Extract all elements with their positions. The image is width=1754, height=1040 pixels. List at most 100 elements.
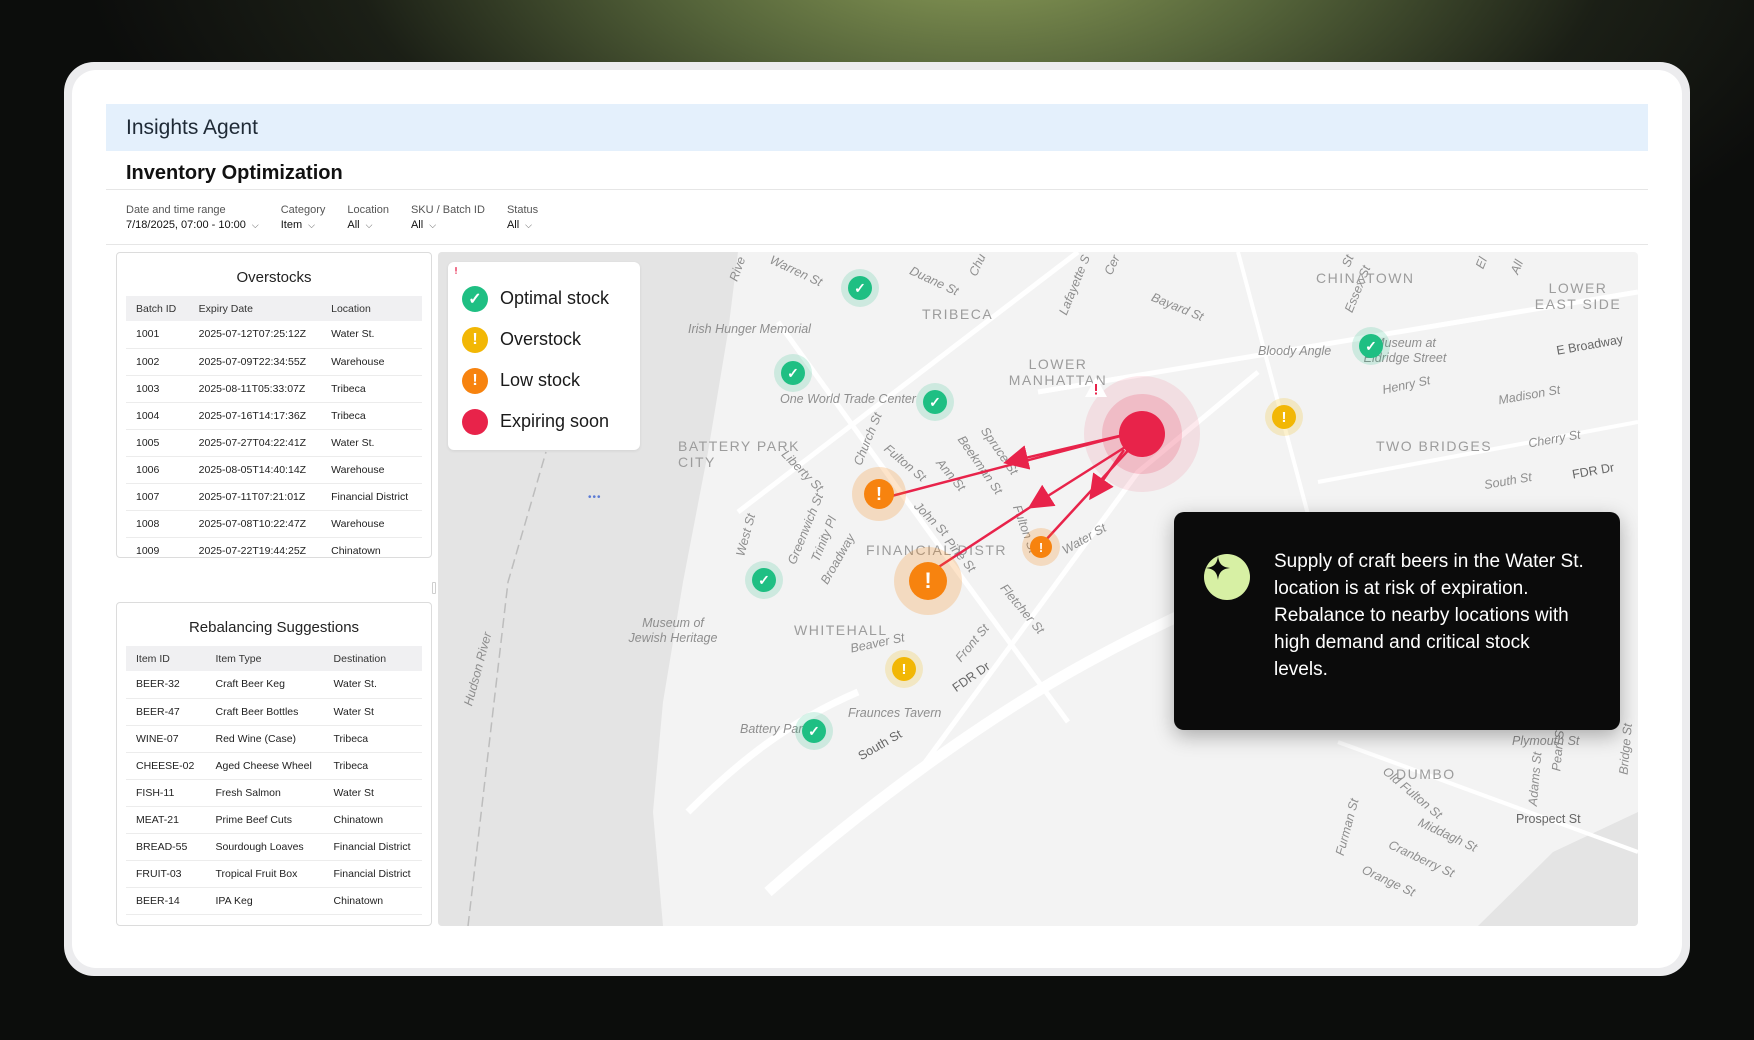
table-row[interactable]: BEER-32 Craft Beer Keg Water St. <box>126 671 422 699</box>
table-row[interactable]: 1005 2025-07-27T04:22:41Z Water St. <box>126 429 422 457</box>
table-cell: Aged Cheese Wheel <box>205 752 324 780</box>
table-row[interactable]: FISH-11 Fresh Salmon Water St <box>126 779 422 807</box>
table-cell: CHEESE-02 <box>126 752 206 780</box>
table-cell: Water St. <box>321 429 422 457</box>
area-label: CHINATOWN <box>1316 270 1415 286</box>
table-cell: BEER-32 <box>126 671 206 699</box>
table-cell: 1001 <box>126 321 189 349</box>
table-row[interactable]: 1006 2025-08-05T14:40:14Z Warehouse <box>126 456 422 484</box>
filter-sku-batch[interactable]: SKU / Batch ID All ⌵ <box>411 204 485 231</box>
sparkle-icon <box>1204 554 1250 600</box>
table-cell: Tropical Fruit Box <box>205 860 324 888</box>
filter-date-range[interactable]: Date and time range 7/18/2025, 07:00 - 1… <box>126 204 259 231</box>
street-label: Prospect St <box>1516 812 1581 826</box>
header-divider <box>106 189 1648 190</box>
legend-item-optimal: ✓ Optimal stock <box>462 278 626 319</box>
table-row[interactable]: 1004 2025-07-16T14:17:36Z Tribeca <box>126 402 422 430</box>
legend-label: Low stock <box>500 370 581 390</box>
table-row[interactable]: MEAT-21 Prime Beef Cuts Chinatown <box>126 806 422 834</box>
table-row[interactable]: 1008 2025-07-08T10:22:47Z Warehouse <box>126 510 422 538</box>
table-cell: Tribeca <box>321 402 422 430</box>
chevron-down-icon: ⌵ <box>308 219 315 230</box>
table-cell: 1003 <box>126 375 189 403</box>
check-icon: ✓ <box>802 719 826 743</box>
optimal-stock-marker[interactable]: ✓ <box>795 712 833 750</box>
app-title: Insights Agent <box>126 115 258 139</box>
table-cell: Tribeca <box>323 752 422 780</box>
exclamation-icon: ! <box>864 479 894 509</box>
column-header[interactable]: Item Type <box>205 646 324 671</box>
filter-category[interactable]: Category Item ⌵ <box>281 204 326 231</box>
chevron-down-icon: ⌵ <box>365 219 373 230</box>
filter-location[interactable]: Location All ⌵ <box>347 204 389 231</box>
table-row[interactable]: BEER-14 IPA Keg Chinatown <box>126 887 422 915</box>
warning-triangle-icon <box>449 262 488 435</box>
table-cell: Tribeca <box>321 375 422 403</box>
table-cell: Sourdough Loaves <box>205 833 324 861</box>
table-cell: IPA Keg <box>205 887 324 915</box>
table-cell: Chinatown <box>323 806 422 834</box>
table-row[interactable]: CHEESE-02 Aged Cheese Wheel Tribeca <box>126 752 422 780</box>
low-stock-marker[interactable]: ! <box>1022 528 1060 566</box>
table-row[interactable]: 1007 2025-07-11T07:21:01Z Financial Distri… <box>126 483 422 511</box>
insight-tooltip: Supply of craft beers in the Water St. l… <box>1174 512 1620 730</box>
legend-item-low-stock: ! Low stock <box>462 360 626 401</box>
column-header[interactable]: Item ID <box>126 646 206 671</box>
optimal-stock-marker[interactable]: ✓ <box>774 354 812 392</box>
overstock-marker[interactable]: ! <box>1265 398 1303 436</box>
filter-bar: Date and time range 7/18/2025, 07:00 - 1… <box>126 204 538 231</box>
optimal-stock-marker[interactable]: ✓ <box>841 269 879 307</box>
table-cell: 2025-07-09T22:34:55Z <box>188 348 322 376</box>
filter-label: SKU / Batch ID <box>410 204 485 216</box>
table-cell: WINE-07 <box>126 725 206 753</box>
filter-label: Category <box>280 204 326 216</box>
table-row[interactable]: BEER-47 Craft Beer Bottles Water St <box>126 698 422 726</box>
optimal-stock-marker[interactable]: ✓ <box>1352 327 1390 365</box>
table-cell: FISH-11 <box>126 779 206 807</box>
legend-item-expiring: Expiring soon <box>449 262 626 442</box>
column-header[interactable]: Expiry Date <box>188 296 322 321</box>
device-frame: Insights Agent Inventory Optimization Da… <box>64 62 1690 976</box>
warning-triangle-icon <box>1085 377 1165 457</box>
table-row[interactable]: WINE-07 Red Wine (Case) Tribeca <box>126 725 422 753</box>
more-options-icon[interactable]: ••• <box>588 492 602 503</box>
chevron-down-icon: ⌵ <box>525 219 532 230</box>
app-header: Insights Agent <box>106 104 1648 151</box>
chevron-down-icon: ⌵ <box>251 219 259 230</box>
optimal-stock-marker[interactable]: ✓ <box>745 561 783 599</box>
low-stock-marker[interactable]: ! <box>894 547 962 615</box>
area-label: TWO BRIDGES <box>1376 438 1493 454</box>
table-cell: FRUIT-03 <box>126 860 206 888</box>
column-header[interactable]: Location <box>321 296 422 321</box>
filter-value: Item <box>280 219 303 231</box>
map-view[interactable]: Rive Warren St Duane St Chu Lafayette S … <box>438 252 1638 926</box>
legend-item-overstock: ! Overstock <box>462 319 626 360</box>
table-row[interactable]: 1001 2025-07-12T07:25:12Z Water St. <box>126 321 422 349</box>
column-header[interactable]: Destination <box>323 646 422 671</box>
table-row[interactable]: 1009 2025-07-22T19:44:25Z Chinatown <box>126 537 422 557</box>
column-header[interactable]: Batch ID <box>126 296 189 321</box>
overstock-marker[interactable]: ! <box>885 650 923 688</box>
panel-resize-handle[interactable] <box>432 582 436 594</box>
table-cell: 1002 <box>126 348 189 376</box>
street-label: Irish Hunger Memorial <box>688 322 811 336</box>
filter-status[interactable]: Status All ⌵ <box>507 204 538 231</box>
table-row[interactable]: FRUIT-03 Tropical Fruit Box Financial Dist… <box>126 860 422 888</box>
area-label: LOWER EAST SIDE <box>1534 280 1622 312</box>
filter-value: All <box>506 219 520 231</box>
street-label: Bloody Angle <box>1258 344 1332 358</box>
filter-label: Location <box>347 204 389 216</box>
table-row[interactable]: BREAD-55 Sourdough Loaves Financial Distri… <box>126 833 422 861</box>
table-cell: 1006 <box>126 456 189 484</box>
table-row[interactable]: 1003 2025-08-11T05:33:07Z Tribeca <box>126 375 422 403</box>
map-legend: ✓ Optimal stock ! Overstock ! Low stock … <box>448 262 640 450</box>
check-icon: ✓ <box>752 568 776 592</box>
legend-label: Overstock <box>500 329 582 349</box>
low-stock-marker[interactable]: ! <box>852 467 906 521</box>
filter-divider <box>106 244 1648 245</box>
optimal-stock-marker[interactable]: ✓ <box>916 383 954 421</box>
table-row[interactable]: 1002 2025-07-09T22:34:55Z Warehouse <box>126 348 422 376</box>
expiring-soon-marker[interactable] <box>1084 376 1200 492</box>
table-cell: 1004 <box>126 402 189 430</box>
table-cell: BEER-47 <box>126 698 206 726</box>
